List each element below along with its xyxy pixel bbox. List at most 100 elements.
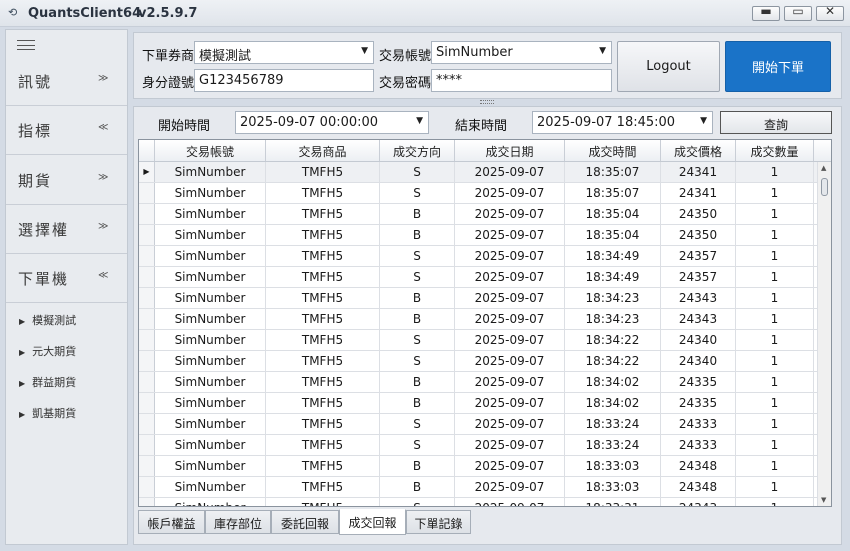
- column-header[interactable]: 成交日期: [455, 140, 565, 161]
- row-header[interactable]: [139, 351, 155, 371]
- table-cell: 1: [736, 162, 814, 182]
- vertical-scrollbar[interactable]: ▲ ▼: [817, 162, 831, 506]
- logout-button[interactable]: Logout: [617, 41, 720, 92]
- menu-icon[interactable]: [17, 40, 35, 50]
- row-header[interactable]: [139, 372, 155, 392]
- row-header[interactable]: [139, 246, 155, 266]
- app-title: QuantsClient64: [28, 6, 142, 21]
- scroll-up-icon[interactable]: ▲: [821, 164, 826, 172]
- table-row[interactable]: SimNumber TMFH5 S 2025-09-07 18:33:24 24333 1: [139, 435, 817, 456]
- table-cell: 2025-09-07: [455, 225, 565, 245]
- table-row[interactable]: SimNumber TMFH5 S 2025-09-07 18:33:24 24333 1: [139, 414, 817, 435]
- row-header[interactable]: [139, 393, 155, 413]
- table-cell: 24341: [661, 183, 736, 203]
- start-time-picker[interactable]: 2025-09-07 00:00:00 ▼: [235, 111, 429, 134]
- tab-trade-report[interactable]: 成交回報: [339, 509, 406, 535]
- table-row[interactable]: SimNumber TMFH5 B 2025-09-07 18:34:02 24335 1: [139, 372, 817, 393]
- table-cell: 24340: [661, 351, 736, 371]
- table-row[interactable]: SimNumber TMFH5 B 2025-09-07 18:34:23 24343 1: [139, 309, 817, 330]
- sidebar-section-signal[interactable]: 訊號 ≫: [6, 57, 127, 106]
- row-header[interactable]: [139, 225, 155, 245]
- tab-account-equity[interactable]: 帳戶權益: [138, 510, 205, 534]
- id-input[interactable]: G123456789: [194, 69, 374, 92]
- table-cell: 18:35:07: [565, 162, 661, 182]
- end-time-picker[interactable]: 2025-09-07 18:45:00 ▼: [532, 111, 713, 134]
- tab-order-log[interactable]: 下單記錄: [406, 510, 471, 534]
- sidebar-item-capital[interactable]: ▶ 群益期貨: [19, 374, 76, 390]
- table-row[interactable]: SimNumber TMFH5 S 2025-09-07 18:34:22 24340 1: [139, 351, 817, 372]
- sidebar-section-indicator[interactable]: 指標 ≪: [6, 106, 127, 155]
- splitter-grip[interactable]: [480, 100, 494, 104]
- scroll-thumb[interactable]: [821, 178, 828, 196]
- start-order-button[interactable]: 開始下單: [725, 41, 831, 92]
- table-row[interactable]: SimNumber TMFH5 B 2025-09-07 18:33:03 24348 1: [139, 456, 817, 477]
- row-header[interactable]: [139, 498, 155, 506]
- table-cell: SimNumber: [155, 162, 266, 182]
- column-header[interactable]: 交易帳號: [155, 140, 266, 161]
- table-cell: 2025-09-07: [455, 330, 565, 350]
- table-cell: 1: [736, 267, 814, 287]
- table-cell: S: [380, 414, 455, 434]
- row-header[interactable]: [139, 288, 155, 308]
- row-header[interactable]: [139, 309, 155, 329]
- table-row[interactable]: ▶ SimNumber TMFH5 S 2025-09-07 18:35:07 24341 1: [139, 162, 817, 183]
- table-row[interactable]: SimNumber TMFH5 B 2025-09-07 18:35:04 24350 1: [139, 204, 817, 225]
- table-row[interactable]: SimNumber TMFH5 S 2025-09-07 18:34:49 24357 1: [139, 267, 817, 288]
- sidebar: 訊號 ≫ 指標 ≪ 期貨 ≫ 選擇權 ≫ 下單機 ≪ ▶ 模擬測試 ▶ 元大期貨 ▶…: [5, 29, 128, 545]
- broker-select[interactable]: 模擬測試 ▼: [194, 41, 374, 64]
- tab-label: 成交回報: [348, 516, 397, 530]
- column-header[interactable]: 成交方向: [380, 140, 455, 161]
- table-cell: S: [380, 246, 455, 266]
- app-version: v2.5.9.7: [138, 6, 198, 21]
- row-header[interactable]: [139, 204, 155, 224]
- scroll-down-icon[interactable]: ▼: [821, 496, 826, 504]
- table-row[interactable]: SimNumberTMFH5S2025-09-0718:33:31243431: [139, 498, 817, 506]
- row-header[interactable]: [139, 183, 155, 203]
- search-button[interactable]: 查詢: [720, 111, 832, 134]
- table-row[interactable]: SimNumber TMFH5 S 2025-09-07 18:34:49 24357 1: [139, 246, 817, 267]
- sidebar-section-options[interactable]: 選擇權 ≫: [6, 205, 127, 254]
- sidebar-section-order-machine[interactable]: 下單機 ≪: [6, 254, 127, 303]
- table-row[interactable]: SimNumber TMFH5 B 2025-09-07 18:34:02 24335 1: [139, 393, 817, 414]
- table-row[interactable]: SimNumber TMFH5 S 2025-09-07 18:34:22 24340 1: [139, 330, 817, 351]
- close-button[interactable]: ✕: [816, 4, 844, 21]
- row-header[interactable]: [139, 435, 155, 455]
- table-row[interactable]: SimNumber TMFH5 B 2025-09-07 18:35:04 24350 1: [139, 225, 817, 246]
- column-header[interactable]: 成交數量: [736, 140, 814, 161]
- tab-label: 下單記錄: [414, 517, 463, 531]
- row-header[interactable]: [139, 477, 155, 497]
- table-cell: 18:33:24: [565, 435, 661, 455]
- sidebar-item-simulation[interactable]: ▶ 模擬測試: [19, 312, 76, 328]
- table-cell: B: [380, 477, 455, 497]
- row-header[interactable]: [139, 330, 155, 350]
- table-cell: SimNumber: [155, 372, 266, 392]
- sidebar-section-futures[interactable]: 期貨 ≫: [6, 156, 127, 205]
- minimize-button[interactable]: ▬: [752, 4, 780, 21]
- table-cell: SimNumber: [155, 330, 266, 350]
- row-header[interactable]: [139, 267, 155, 287]
- table-row[interactable]: SimNumber TMFH5 B 2025-09-07 18:34:23 24343 1: [139, 288, 817, 309]
- table-cell: SimNumber: [155, 393, 266, 413]
- table-cell: B: [380, 204, 455, 224]
- chevron-down-icon: ≫: [98, 172, 109, 183]
- table-row[interactable]: SimNumber TMFH5 B 2025-09-07 18:33:03 24348 1: [139, 477, 817, 498]
- table-cell: TMFH5: [266, 456, 380, 476]
- column-header[interactable]: 成交時間: [565, 140, 661, 161]
- sidebar-item-yuanta[interactable]: ▶ 元大期貨: [19, 343, 76, 359]
- table-cell: TMFH5: [266, 162, 380, 182]
- maximize-button[interactable]: ▭: [784, 4, 812, 21]
- table-row[interactable]: SimNumber TMFH5 S 2025-09-07 18:35:07 24341 1: [139, 183, 817, 204]
- account-select[interactable]: SimNumber ▼: [431, 41, 612, 64]
- start-time-value: 2025-09-07 00:00:00: [240, 115, 379, 130]
- password-input[interactable]: ****: [431, 69, 612, 92]
- tab-order-report[interactable]: 委託回報: [271, 510, 339, 534]
- current-row-indicator-icon[interactable]: ▶: [139, 162, 155, 182]
- tab-positions[interactable]: 庫存部位: [205, 510, 271, 534]
- sidebar-item-kgi[interactable]: ▶ 凱基期貨: [19, 405, 76, 421]
- column-header[interactable]: 交易商品: [266, 140, 380, 161]
- row-header[interactable]: [139, 456, 155, 476]
- table-cell: 2025-09-07: [455, 372, 565, 392]
- row-header[interactable]: [139, 414, 155, 434]
- column-header[interactable]: 成交價格: [661, 140, 736, 161]
- table-cell: 24343: [661, 498, 736, 506]
